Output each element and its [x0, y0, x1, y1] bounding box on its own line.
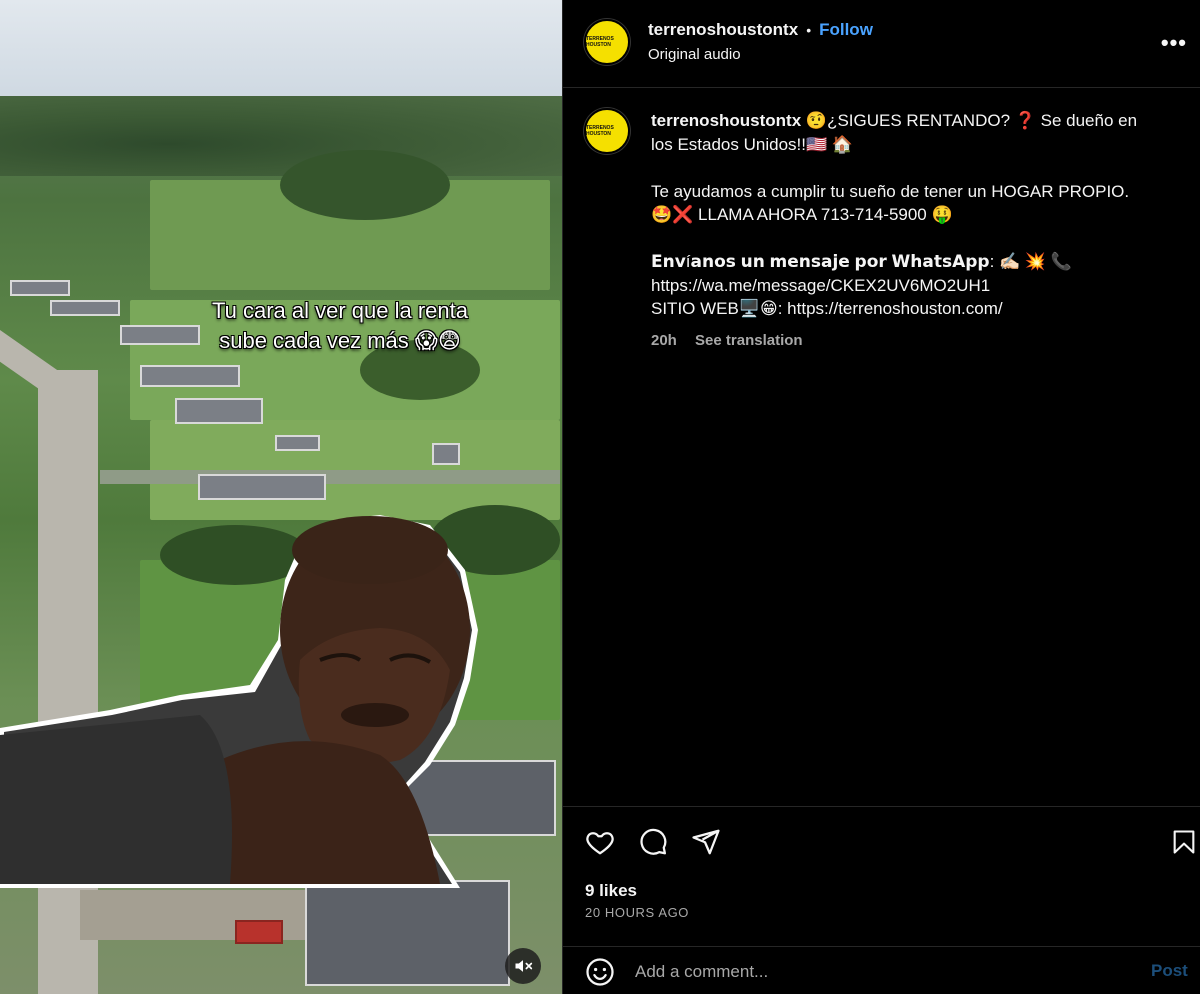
more-options-button[interactable]: ••• — [1161, 30, 1187, 56]
person-cutout-image — [0, 515, 478, 888]
post-panel: TERRENOS HOUSTON terrenoshoustontx • Fol… — [562, 0, 1200, 994]
overlay-line-1: Tu cara al ver que la renta — [212, 298, 468, 323]
overlay-line-2: sube cada vez más 😱😨 — [219, 328, 461, 353]
mute-toggle-button[interactable] — [505, 948, 541, 984]
caption-age: 20h — [651, 332, 677, 349]
more-options-icon: ••• — [1160, 30, 1187, 55]
caption-line-5-bold: 𝗘𝗻𝘃í𝗮𝗻𝗼𝘀 𝘂𝗻 𝗺𝗲𝗻𝘀𝗮𝗷𝗲 𝗽𝗼𝗿 𝗪𝗵𝗮𝘁𝘀𝗔𝗽𝗽: — [651, 252, 995, 271]
post-header: TERRENOS HOUSTON terrenoshoustontx • Fol… — [563, 0, 1200, 88]
bookmark-icon — [1173, 830, 1195, 854]
header-username[interactable]: terrenoshoustontx — [648, 20, 798, 40]
add-comment-bar: Post — [563, 946, 1200, 994]
caption-avatar[interactable]: TERRENOS HOUSTON — [584, 108, 630, 154]
post-caption: terrenoshoustontx 🤨¿SIGUES RENTANDO? ❓ S… — [651, 109, 1181, 321]
comment-button[interactable] — [636, 825, 670, 859]
caption-line-2: los Estados Unidos!!🇺🇸 🏠 — [651, 134, 854, 154]
comment-input[interactable] — [635, 957, 1115, 987]
avatar-logo-text: TERRENOS HOUSTON — [586, 125, 614, 137]
send-icon — [692, 829, 720, 855]
website-line[interactable]: SITIO WEB🖥️😁: https://terrenoshouston.co… — [651, 297, 1181, 321]
caption-line-3: Te ayudamos a cumplir tu sueño de tener … — [651, 181, 1130, 201]
follow-button[interactable]: Follow — [819, 20, 873, 40]
share-button[interactable] — [689, 825, 723, 859]
avatar[interactable]: TERRENOS HOUSTON — [584, 19, 630, 65]
post-actions: 9 likes 20 HOURS AGO — [563, 806, 1200, 946]
emoji-icon — [586, 958, 614, 986]
caption-meta: 20h See translation — [651, 332, 817, 349]
video-overlay-caption: Tu cara al ver que la renta sube cada ve… — [150, 296, 530, 356]
header-separator: • — [806, 22, 812, 38]
avatar-logo-text: TERRENOS HOUSTON — [586, 36, 614, 48]
emoji-button[interactable] — [583, 955, 617, 989]
like-button[interactable] — [583, 825, 617, 859]
comments-section: TERRENOS HOUSTON terrenoshoustontx 🤨¿SIG… — [563, 89, 1200, 805]
post-timestamp: 20 HOURS AGO — [585, 905, 690, 920]
caption-username[interactable]: terrenoshoustontx — [651, 111, 801, 130]
comment-icon — [640, 828, 667, 855]
heart-icon — [586, 832, 614, 855]
post-comment-button[interactable]: Post — [1151, 961, 1200, 981]
original-audio-link[interactable]: Original audio — [648, 46, 741, 63]
speaker-muted-icon — [515, 960, 533, 972]
caption-line-5-emoji: ✍🏻 💥 📞 — [994, 252, 1072, 271]
likes-count[interactable]: 9 likes — [585, 881, 637, 901]
reel-video[interactable]: Tu cara al ver que la renta sube cada ve… — [0, 0, 562, 994]
see-translation-link[interactable]: See translation — [695, 332, 803, 349]
caption-line-4: 🤩❌ LLAMA AHORA 713-714-5900 🤑 — [651, 205, 953, 224]
save-button[interactable] — [1167, 825, 1200, 859]
whatsapp-link[interactable]: https://wa.me/message/CKEX2UV6MO2UH1 — [651, 274, 1181, 298]
caption-line-1: 🤨¿SIGUES RENTANDO? ❓ Se dueño en — [805, 111, 1138, 130]
